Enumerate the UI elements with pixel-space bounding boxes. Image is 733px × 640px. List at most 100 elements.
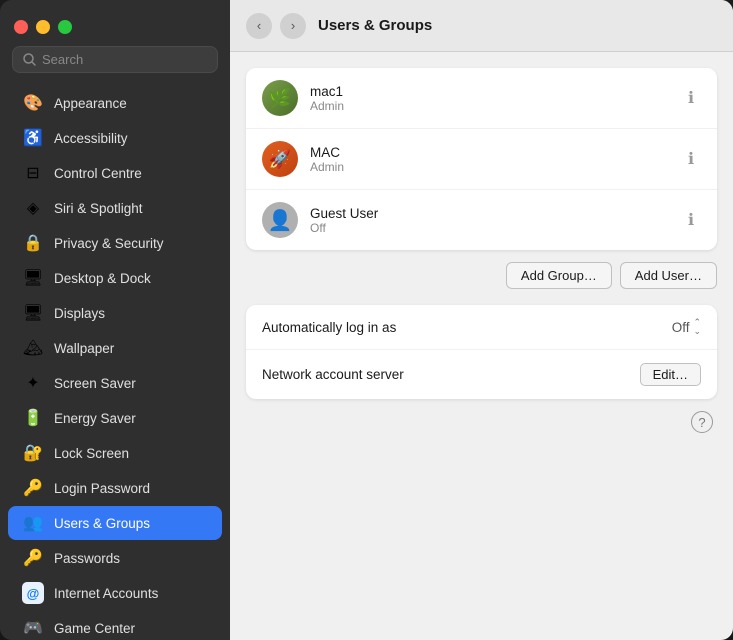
maximize-button[interactable] bbox=[58, 20, 72, 34]
user-name-mac: MAC bbox=[310, 145, 669, 160]
sidebar-icon-privacy-security: 🔒 bbox=[22, 232, 44, 254]
help-button[interactable]: ? bbox=[691, 411, 713, 433]
sidebar-item-accessibility[interactable]: ♿ Accessibility bbox=[8, 121, 222, 155]
sidebar-icon-displays: 🖥 bbox=[22, 302, 44, 324]
sidebar-item-displays[interactable]: 🖥 Displays bbox=[8, 296, 222, 330]
sidebar-item-appearance[interactable]: 🎨 Appearance bbox=[8, 86, 222, 120]
avatar-guest: 👤 bbox=[262, 202, 298, 238]
add-buttons-row: Add Group… Add User… bbox=[246, 262, 717, 289]
user-row-guest[interactable]: 👤Guest UserOffℹ bbox=[246, 190, 717, 250]
sidebar-icon-accessibility: ♿ bbox=[22, 127, 44, 149]
sidebar-label-appearance: Appearance bbox=[54, 96, 127, 111]
settings-section: Automatically log in asOff⌃⌄Network acco… bbox=[246, 305, 717, 399]
user-role-mac: Admin bbox=[310, 160, 669, 174]
sidebar-item-energy-saver[interactable]: 🔋Energy Saver bbox=[8, 401, 222, 435]
user-info-button-guest[interactable]: ℹ bbox=[681, 210, 701, 230]
search-container: Search bbox=[0, 42, 230, 85]
add-user-button[interactable]: Add User… bbox=[620, 262, 717, 289]
sidebar-label-lock-screen: Lock Screen bbox=[54, 446, 129, 461]
sidebar-item-control-centre[interactable]: ⊟ Control Centre bbox=[8, 156, 222, 190]
sidebar-icon-game-center: 🎮 bbox=[22, 617, 44, 639]
sidebar-icon-siri-spotlight: ◈ bbox=[22, 197, 44, 219]
panel-title: Users & Groups bbox=[318, 17, 432, 34]
user-role-guest: Off bbox=[310, 221, 669, 235]
setting-value-network-server: Edit… bbox=[640, 363, 701, 386]
avatar-mac: 🚀 bbox=[262, 141, 298, 177]
sidebar-label-siri-spotlight: Siri & Spotlight bbox=[54, 201, 143, 216]
sidebar-label-displays: Displays bbox=[54, 306, 105, 321]
setting-label-network-server: Network account server bbox=[262, 367, 640, 382]
search-box[interactable]: Search bbox=[12, 46, 218, 73]
sidebar-label-accessibility: Accessibility bbox=[54, 131, 128, 146]
sidebar-label-control-centre: Control Centre bbox=[54, 166, 142, 181]
main-window: Search 🎨 Appearance ♿ Accessibility ⊟ Control… bbox=[0, 0, 733, 640]
add-group-button[interactable]: Add Group… bbox=[506, 262, 612, 289]
close-button[interactable] bbox=[14, 20, 28, 34]
back-button[interactable]: ‹ bbox=[246, 13, 272, 39]
panel-body: 🌿mac1Adminℹ🚀MACAdminℹ👤Guest UserOffℹ Add… bbox=[230, 52, 733, 640]
help-row: ? bbox=[246, 399, 717, 445]
sidebar-item-privacy-security[interactable]: 🔒 Privacy & Security bbox=[8, 226, 222, 260]
sidebar-item-passwords[interactable]: 🔑 Passwords bbox=[8, 541, 222, 575]
sidebar-icon-wallpaper: 🏔 bbox=[22, 337, 44, 359]
sidebar-icon-lock-screen: 🔐 bbox=[22, 442, 44, 464]
minimize-button[interactable] bbox=[36, 20, 50, 34]
setting-row-network-server: Network account serverEdit… bbox=[246, 350, 717, 399]
setting-row-auto-login: Automatically log in asOff⌃⌄ bbox=[246, 305, 717, 350]
users-section: 🌿mac1Adminℹ🚀MACAdminℹ👤Guest UserOffℹ bbox=[246, 68, 717, 250]
forward-button[interactable]: › bbox=[280, 13, 306, 39]
user-info-button-mac1[interactable]: ℹ bbox=[681, 88, 701, 108]
sidebar-icon-screen-saver: ✦ bbox=[22, 372, 44, 394]
search-icon bbox=[23, 53, 36, 66]
sidebar-label-privacy-security: Privacy & Security bbox=[54, 236, 164, 251]
sidebar-item-game-center[interactable]: 🎮 Game Center bbox=[8, 611, 222, 640]
user-row-mac1[interactable]: 🌿 mac1Adminℹ bbox=[246, 68, 717, 129]
panel-header: ‹ › Users & Groups bbox=[230, 0, 733, 52]
sidebar-item-screen-saver[interactable]: ✦ Screen Saver bbox=[8, 366, 222, 400]
sidebar-icon-passwords: 🔑 bbox=[22, 547, 44, 569]
avatar-mac1: 🌿 bbox=[262, 80, 298, 116]
sidebar-icon-login-password: 🔑 bbox=[22, 477, 44, 499]
sidebar-icon-control-centre: ⊟ bbox=[22, 162, 44, 184]
sidebar-icon-energy-saver: 🔋 bbox=[22, 407, 44, 429]
sidebar-label-wallpaper: Wallpaper bbox=[54, 341, 114, 356]
sidebar-icon-internet-accounts: @ bbox=[22, 582, 44, 604]
sidebar-item-lock-screen[interactable]: 🔐 Lock Screen bbox=[8, 436, 222, 470]
settings-list: Automatically log in asOff⌃⌄Network acco… bbox=[246, 305, 717, 399]
setting-val-text-auto-login: Off bbox=[672, 320, 690, 335]
back-icon: ‹ bbox=[257, 18, 261, 33]
sidebar-item-wallpaper[interactable]: 🏔 Wallpaper bbox=[8, 331, 222, 365]
sidebar-icon-users-groups: 👥 bbox=[22, 512, 44, 534]
sidebar-label-screen-saver: Screen Saver bbox=[54, 376, 136, 391]
chevron-icon-auto-login: ⌃⌄ bbox=[693, 318, 701, 336]
setting-value-auto-login: Off⌃⌄ bbox=[672, 318, 701, 336]
sidebar-label-passwords: Passwords bbox=[54, 551, 120, 566]
sidebar-item-siri-spotlight[interactable]: ◈ Siri & Spotlight bbox=[8, 191, 222, 225]
sidebar-label-login-password: Login Password bbox=[54, 481, 150, 496]
forward-icon: › bbox=[291, 18, 295, 33]
sidebar-item-desktop-dock[interactable]: 🖥Desktop & Dock bbox=[8, 261, 222, 295]
setting-edit-network-server[interactable]: Edit… bbox=[640, 363, 701, 386]
sidebar: Search 🎨 Appearance ♿ Accessibility ⊟ Control… bbox=[0, 0, 230, 640]
search-placeholder: Search bbox=[42, 52, 83, 67]
user-name-guest: Guest User bbox=[310, 206, 669, 221]
content-area: Search 🎨 Appearance ♿ Accessibility ⊟ Control… bbox=[0, 0, 733, 640]
sidebar-label-internet-accounts: Internet Accounts bbox=[54, 586, 158, 601]
user-name-mac1: mac1 bbox=[310, 84, 669, 99]
user-info-mac: MACAdmin bbox=[310, 145, 669, 174]
user-role-mac1: Admin bbox=[310, 99, 669, 113]
sidebar-item-internet-accounts[interactable]: @ Internet Accounts bbox=[8, 576, 222, 610]
user-info-guest: Guest UserOff bbox=[310, 206, 669, 235]
main-panel: ‹ › Users & Groups 🌿mac1Adminℹ🚀MACAdminℹ… bbox=[230, 0, 733, 640]
user-row-mac[interactable]: 🚀MACAdminℹ bbox=[246, 129, 717, 190]
setting-label-auto-login: Automatically log in as bbox=[262, 320, 672, 335]
sidebar-icon-desktop-dock: 🖥 bbox=[22, 267, 44, 289]
sidebar-item-users-groups[interactable]: 👥Users & Groups bbox=[8, 506, 222, 540]
user-info-button-mac[interactable]: ℹ bbox=[681, 149, 701, 169]
sidebar-label-game-center: Game Center bbox=[54, 621, 135, 636]
users-list: 🌿mac1Adminℹ🚀MACAdminℹ👤Guest UserOffℹ bbox=[246, 68, 717, 250]
traffic-lights bbox=[14, 20, 72, 34]
sidebar-item-login-password[interactable]: 🔑 Login Password bbox=[8, 471, 222, 505]
sidebar-icon-appearance: 🎨 bbox=[22, 92, 44, 114]
sidebar-items-list: 🎨 Appearance ♿ Accessibility ⊟ Control Centre… bbox=[0, 85, 230, 640]
